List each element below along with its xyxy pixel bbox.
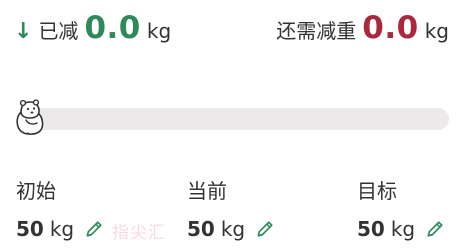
stat-initial-value: 50 — [16, 217, 44, 241]
weight-lost-label: 已减 — [38, 19, 79, 43]
down-arrow-icon: ↓ — [14, 19, 33, 44]
edit-target-pencil-icon[interactable] — [425, 219, 445, 239]
weight-lost-unit: kg — [146, 19, 172, 43]
weight-remaining-summary: 还需减重 0.0 kg — [276, 10, 449, 50]
stat-target-label: 目标 — [357, 179, 397, 203]
stat-initial: 初始 50 kg — [16, 176, 136, 244]
weight-remaining-value: 0.0 — [362, 10, 419, 46]
stat-current: 当前 50 kg — [187, 176, 307, 244]
edit-current-pencil-icon[interactable] — [255, 219, 275, 239]
stat-current-label: 当前 — [187, 179, 227, 203]
weight-progress-track — [26, 108, 449, 130]
stat-target-value: 50 — [357, 217, 385, 241]
weight-lost-summary: ↓ 已减 0.0 kg — [14, 10, 171, 50]
weight-remaining-unit: kg — [424, 19, 449, 43]
stat-target: 目标 50 kg — [357, 176, 462, 244]
stat-initial-unit: kg — [49, 217, 75, 241]
edit-initial-pencil-icon[interactable] — [84, 219, 104, 239]
stat-target-unit: kg — [390, 217, 416, 241]
weight-remaining-label: 还需减重 — [276, 19, 357, 43]
stat-initial-label: 初始 — [16, 179, 56, 203]
bear-mascot-icon — [16, 99, 44, 135]
weight-lost-value: 0.0 — [84, 10, 141, 46]
stat-current-value: 50 — [187, 217, 215, 241]
stat-current-unit: kg — [220, 217, 246, 241]
